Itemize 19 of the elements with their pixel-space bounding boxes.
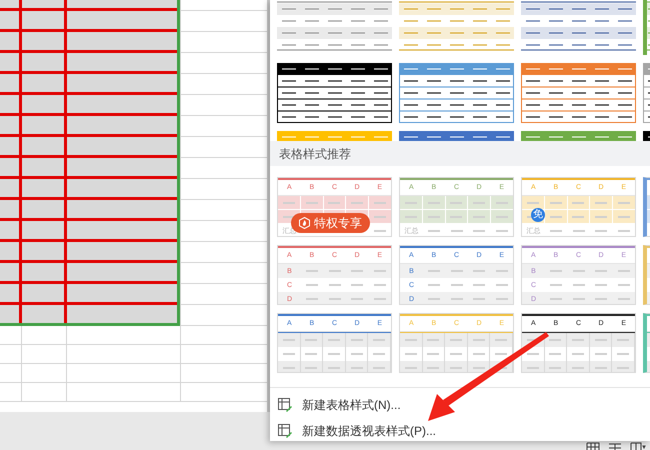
table-cell <box>22 364 67 383</box>
table-style-thumbnail[interactable] <box>521 63 636 123</box>
table-style-thumbnail[interactable] <box>399 63 514 123</box>
page-view-icon[interactable] <box>608 442 622 450</box>
grid-view-icon[interactable] <box>586 442 600 450</box>
menu-item[interactable]: 新建表格样式(N)... <box>270 392 650 418</box>
table-cell <box>0 345 22 364</box>
table-cell <box>22 326 67 345</box>
table-cell <box>0 326 22 345</box>
fire-icon <box>299 217 310 229</box>
selected-range[interactable] <box>0 0 180 326</box>
table-cell <box>22 345 67 364</box>
table-cell <box>22 383 67 402</box>
table-edit-icon <box>277 397 293 413</box>
table-edit-icon <box>277 423 293 439</box>
table-style-thumbnail[interactable] <box>277 63 392 123</box>
table-cell <box>0 364 22 383</box>
section-title: 表格样式推荐 <box>279 146 351 162</box>
layout-view-icon[interactable] <box>630 442 646 450</box>
